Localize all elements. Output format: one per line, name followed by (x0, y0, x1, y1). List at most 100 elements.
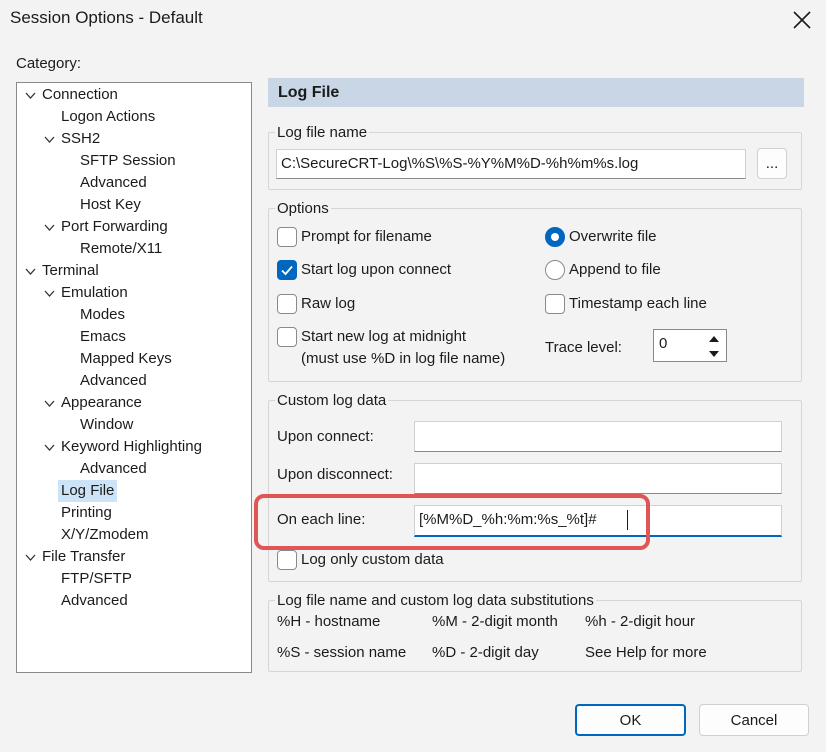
tree-item-terminal[interactable]: Terminal (17, 260, 251, 282)
tree-item-ssh2[interactable]: SSH2 (17, 128, 251, 150)
start-new-log-at-midnight-label: Start new log at midnight (301, 328, 467, 345)
tree-item-label: File Transfer (42, 548, 126, 565)
tree-item-label: Modes (80, 306, 126, 323)
tree-item-remote-x11[interactable]: Remote/X11 (17, 238, 251, 260)
custom-log-data-group-title: Custom log data (275, 392, 389, 409)
tree-item-label: Log File (58, 480, 118, 502)
tree-item-keyword-highlighting[interactable]: Keyword Highlighting (17, 436, 251, 458)
section-header: Log File (268, 78, 804, 107)
chevron-down-icon[interactable] (42, 216, 56, 238)
chevron-down-icon[interactable] (23, 260, 37, 282)
tree-item-label: Advanced (80, 174, 147, 191)
start-new-log-at-midnight-sublabel: (must use %D in log file name) (301, 350, 506, 367)
tree-item-port-forwarding[interactable]: Port Forwarding (17, 216, 251, 238)
chevron-down-icon[interactable] (23, 546, 37, 568)
close-button[interactable] (780, 2, 824, 38)
tree-item-ssh2-advanced[interactable]: Advanced (17, 172, 251, 194)
window-title: Session Options - Default (10, 8, 203, 27)
tree-item-label: Keyword Highlighting (61, 438, 202, 455)
tree-item-appearance[interactable]: Appearance (17, 392, 251, 414)
append-to-file-radio[interactable] (545, 260, 565, 280)
category-tree[interactable]: Connection Logon Actions SSH2 SFTP Sessi… (16, 82, 252, 673)
tree-item-label: Advanced (61, 592, 128, 609)
log-file-name-group-title: Log file name (275, 124, 370, 141)
prompt-for-filename-label: Prompt for filename (301, 228, 432, 245)
tree-item-file-transfer[interactable]: File Transfer (17, 546, 251, 568)
tree-item-log-file[interactable]: Log File (17, 480, 251, 502)
tree-item-modes[interactable]: Modes (17, 304, 251, 326)
tree-item-label: Advanced (80, 372, 147, 389)
tree-item-window[interactable]: Window (17, 414, 251, 436)
tree-item-label: Advanced (80, 460, 147, 477)
tree-item-emacs[interactable]: Emacs (17, 326, 251, 348)
tree-item-label: Printing (61, 504, 112, 521)
overwrite-file-radio[interactable] (545, 227, 565, 247)
raw-log-checkbox[interactable] (277, 294, 297, 314)
cancel-button[interactable]: Cancel (699, 704, 809, 736)
substitutions-group (268, 600, 802, 672)
triangle-down-icon (709, 350, 719, 357)
triangle-up-icon (709, 335, 719, 342)
timestamp-each-line-label: Timestamp each line (569, 295, 707, 312)
substitutions-group-title: Log file name and custom log data substi… (275, 592, 596, 609)
tree-item-label: Emulation (61, 284, 128, 301)
substitution-month: %M - 2-digit month (432, 613, 558, 630)
chevron-down-icon[interactable] (42, 392, 56, 414)
tree-item-label: Terminal (42, 262, 99, 279)
tree-item-xyzmodem[interactable]: X/Y/Zmodem (17, 524, 251, 546)
tree-item-ftp-sftp[interactable]: FTP/SFTP (17, 568, 251, 590)
trace-level-label: Trace level: (545, 339, 622, 356)
category-label: Category: (16, 55, 82, 72)
raw-log-label: Raw log (301, 295, 356, 312)
substitution-help-hint: See Help for more (585, 644, 707, 661)
tree-item-printing[interactable]: Printing (17, 502, 251, 524)
log-file-name-input[interactable]: C:\SecureCRT-Log\%S\%S-%Y%M%D-%h%m%s.log (276, 149, 746, 179)
chevron-down-icon[interactable] (42, 128, 56, 150)
tree-item-file-transfer-advanced[interactable]: Advanced (17, 590, 251, 612)
append-to-file-label: Append to file (569, 261, 661, 278)
tree-item-sftp-session[interactable]: SFTP Session (17, 150, 251, 172)
tree-item-mapped-keys[interactable]: Mapped Keys (17, 348, 251, 370)
upon-disconnect-label: Upon disconnect: (277, 466, 393, 483)
tree-item-label: Window (80, 416, 134, 433)
log-only-custom-data-label: Log only custom data (301, 551, 444, 568)
options-group-title: Options (275, 200, 331, 217)
overwrite-file-label: Overwrite file (569, 228, 657, 245)
checkmark-icon (281, 265, 293, 276)
tree-item-emulation-advanced[interactable]: Advanced (17, 370, 251, 392)
tree-item-label: Mapped Keys (80, 350, 172, 367)
upon-connect-input[interactable] (414, 421, 782, 452)
tree-item-emulation[interactable]: Emulation (17, 282, 251, 304)
prompt-for-filename-checkbox[interactable] (277, 227, 297, 247)
browse-button[interactable]: ... (757, 148, 787, 179)
chevron-down-icon[interactable] (42, 282, 56, 304)
spin-down-button[interactable] (703, 346, 725, 361)
spin-up-button[interactable] (703, 331, 725, 346)
start-new-log-at-midnight-checkbox[interactable] (277, 327, 297, 347)
ok-button[interactable]: OK (575, 704, 686, 736)
close-icon (793, 11, 811, 29)
substitution-hostname: %H - hostname (277, 613, 381, 630)
trace-level-spinner[interactable]: 0 (653, 329, 727, 362)
tree-item-keyword-advanced[interactable]: Advanced (17, 458, 251, 480)
log-only-custom-data-checkbox[interactable] (277, 550, 297, 570)
tree-item-label: Port Forwarding (61, 218, 168, 235)
chevron-down-icon[interactable] (42, 436, 56, 458)
upon-connect-label: Upon connect: (277, 428, 374, 445)
substitution-session-name: %S - session name (277, 644, 407, 661)
tree-item-label: Connection (42, 86, 118, 103)
tree-item-host-key[interactable]: Host Key (17, 194, 251, 216)
tree-item-label: SFTP Session (80, 152, 176, 169)
start-log-upon-connect-checkbox[interactable] (277, 260, 297, 280)
annotation-highlight-box (254, 494, 650, 550)
substitution-day: %D - 2-digit day (432, 644, 539, 661)
tree-item-label: Emacs (80, 328, 126, 345)
tree-item-connection[interactable]: Connection (17, 84, 251, 106)
tree-item-logon-actions[interactable]: Logon Actions (17, 106, 251, 128)
chevron-down-icon[interactable] (23, 84, 37, 106)
tree-item-label: X/Y/Zmodem (61, 526, 149, 543)
trace-level-value: 0 (659, 335, 668, 352)
tree-item-label: Host Key (80, 196, 141, 213)
timestamp-each-line-checkbox[interactable] (545, 294, 565, 314)
upon-disconnect-input[interactable] (414, 463, 782, 494)
